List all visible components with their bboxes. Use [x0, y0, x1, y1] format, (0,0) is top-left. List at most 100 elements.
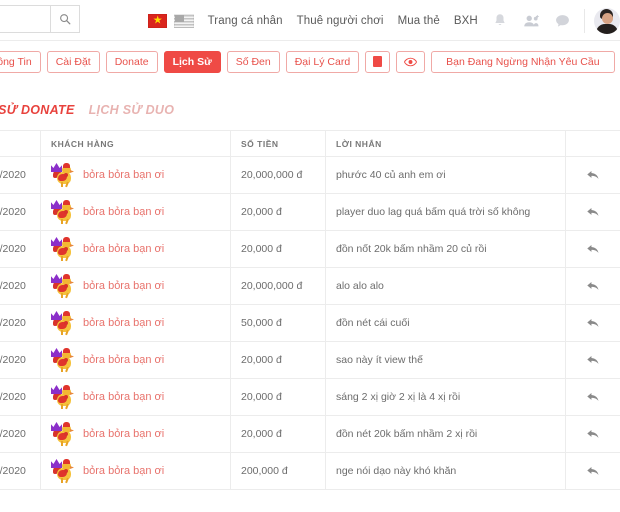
search-icon — [59, 13, 71, 25]
button-donate[interactable]: Donate — [106, 51, 158, 73]
cell-action — [566, 379, 620, 416]
column-header-message: LỜI NHẮN — [326, 131, 566, 157]
cell-customer: bỏra bỏra bạn ơi — [41, 379, 231, 416]
nav-link-profile[interactable]: Trang cá nhân — [201, 15, 290, 27]
cell-customer: bỏra bỏra bạn ơi — [41, 194, 231, 231]
action-toolbar: Thông Tin Cài Đặt Donate Lịch Sử Số Đen … — [0, 41, 620, 82]
reply-button[interactable] — [579, 274, 607, 298]
table-row[interactable]: /06/2020 bỏra bỏra bạn ơi 200,000 đ — [0, 453, 620, 490]
table-row[interactable]: /06/2020 bỏra bỏra bạn ơi 20,000 đ — [0, 194, 620, 231]
customer-name: bỏra bỏra bạn ơi — [83, 169, 164, 181]
button-thong-tin[interactable]: Thông Tin — [0, 51, 41, 73]
customer[interactable]: bỏra bỏra bạn ơi — [51, 199, 220, 225]
reply-button[interactable] — [579, 200, 607, 224]
notifications-button[interactable] — [488, 8, 513, 34]
cell-action — [566, 305, 620, 342]
button-lich-su[interactable]: Lịch Sử — [164, 51, 221, 73]
button-request-status[interactable]: Bạn Đang Ngừng Nhận Yêu Cầu — [431, 51, 614, 73]
cell-amount: 20,000 đ — [231, 379, 326, 416]
cell-message: sao này ít view thế — [326, 342, 566, 379]
rooster-avatar-icon — [51, 347, 75, 373]
cell-date: /06/2020 — [0, 194, 41, 231]
cell-amount: 20,000 đ — [231, 416, 326, 453]
crown-icon — [51, 163, 62, 172]
customer-name: bỏra bỏra bạn ơi — [83, 354, 164, 366]
cell-amount: 20,000 đ — [231, 231, 326, 268]
rooster-avatar-icon — [51, 384, 75, 410]
user-menu[interactable]: Phuoc 38,332,600 đ — [591, 2, 620, 40]
customer[interactable]: bỏra bỏra bạn ơi — [51, 310, 220, 336]
search-input[interactable] — [0, 5, 50, 33]
button-delete[interactable] — [365, 51, 390, 73]
messages-button[interactable] — [550, 8, 575, 34]
tab-lich-su-duo[interactable]: LỊCH SỬ DUO — [89, 103, 175, 117]
reply-icon — [586, 243, 600, 256]
eye-icon — [404, 57, 417, 67]
nav-link-hire-player[interactable]: Thuê người chơi — [290, 15, 391, 27]
cell-date: /06/2020 — [0, 231, 41, 268]
reply-button[interactable] — [579, 422, 607, 446]
table-row[interactable]: /06/2020 bỏra bỏra bạn ơi 20,000,000 — [0, 157, 620, 194]
avatar-body — [596, 24, 618, 34]
table-row[interactable]: /06/2020 bỏra bỏra bạn ơi 20,000 đ — [0, 342, 620, 379]
column-header-amount: SỐ TIỀN — [231, 131, 326, 157]
customer[interactable]: bỏra bỏra bạn ơi — [51, 384, 220, 410]
flag-vietnam-icon[interactable]: ★ — [148, 14, 167, 28]
search-box[interactable] — [0, 5, 80, 33]
reply-button[interactable] — [579, 385, 607, 409]
reply-icon — [586, 169, 600, 182]
avatar — [594, 8, 620, 34]
cell-customer: bỏra bỏra bạn ơi — [41, 416, 231, 453]
reply-button[interactable] — [579, 459, 607, 483]
button-visibility[interactable] — [396, 51, 425, 73]
cell-customer: bỏra bỏra bạn ơi — [41, 453, 231, 490]
customer[interactable]: bỏra bỏra bạn ơi — [51, 236, 220, 262]
button-cai-dat[interactable]: Cài Đặt — [47, 51, 100, 73]
button-so-den[interactable]: Số Đen — [227, 51, 280, 73]
search-button[interactable] — [50, 5, 80, 33]
crown-icon — [51, 385, 62, 394]
table-head: KHÁCH HÀNG SỐ TIỀN LỜI NHẮN — [0, 131, 620, 157]
friends-icon — [523, 14, 539, 28]
table-row[interactable]: /06/2020 bỏra bỏra bạn ơi 20,000 đ — [0, 416, 620, 453]
reply-button[interactable] — [579, 237, 607, 261]
history-table-area: KHÁCH HÀNG SỐ TIỀN LỜI NHẮN /06/2020 — [0, 130, 620, 490]
flag-english-icon[interactable] — [174, 14, 193, 28]
customer[interactable]: bỏra bỏra bạn ơi — [51, 458, 220, 484]
table-row[interactable]: /06/2020 bỏra bỏra bạn ơi 20,000 đ — [0, 379, 620, 416]
reply-button[interactable] — [579, 348, 607, 372]
cell-amount: 20,000 đ — [231, 194, 326, 231]
cell-action — [566, 157, 620, 194]
cell-message: đồn nét cái cuối — [326, 305, 566, 342]
reply-icon — [586, 354, 600, 367]
table-row[interactable]: /06/2020 bỏra bỏra bạn ơi 20,000,000 — [0, 268, 620, 305]
customer-name: bỏra bỏra bạn ơi — [83, 280, 164, 292]
tab-lich-su-donate[interactable]: LỊCH SỬ DONATE — [0, 103, 75, 117]
customer-name: bỏra bỏra bạn ơi — [83, 428, 164, 440]
cell-date: /06/2020 — [0, 342, 41, 379]
reply-icon — [586, 317, 600, 330]
red-square-icon — [373, 56, 382, 67]
reply-icon — [586, 280, 600, 293]
reply-button[interactable] — [579, 311, 607, 335]
button-dai-ly-card[interactable]: Đại Lý Card — [286, 51, 359, 73]
friends-button[interactable] — [519, 8, 544, 34]
crown-icon — [51, 459, 62, 468]
table-row[interactable]: /06/2020 bỏra bỏra bạn ơi 50,000 đ — [0, 305, 620, 342]
cell-date: /06/2020 — [0, 157, 41, 194]
nav-link-buy-card[interactable]: Mua thẻ — [391, 15, 447, 27]
table-row[interactable]: /06/2020 bỏra bỏra bạn ơi 20,000 đ — [0, 231, 620, 268]
rooster-avatar-icon — [51, 236, 75, 262]
customer[interactable]: bỏra bỏra bạn ơi — [51, 162, 220, 188]
header-nav: ★ Trang cá nhân Thuê người chơi Mua thẻ … — [148, 0, 620, 41]
reply-button[interactable] — [579, 163, 607, 187]
nav-link-ranking[interactable]: BXH — [447, 15, 485, 27]
rooster-avatar-icon — [51, 199, 75, 225]
bell-icon — [493, 13, 507, 28]
reply-icon — [586, 206, 600, 219]
customer[interactable]: bỏra bỏra bạn ơi — [51, 421, 220, 447]
customer[interactable]: bỏra bỏra bạn ơi — [51, 347, 220, 373]
cell-message: sáng 2 xị giờ 2 xị là 4 xị rồi — [326, 379, 566, 416]
avatar-face — [602, 13, 613, 24]
customer[interactable]: bỏra bỏra bạn ơi — [51, 273, 220, 299]
